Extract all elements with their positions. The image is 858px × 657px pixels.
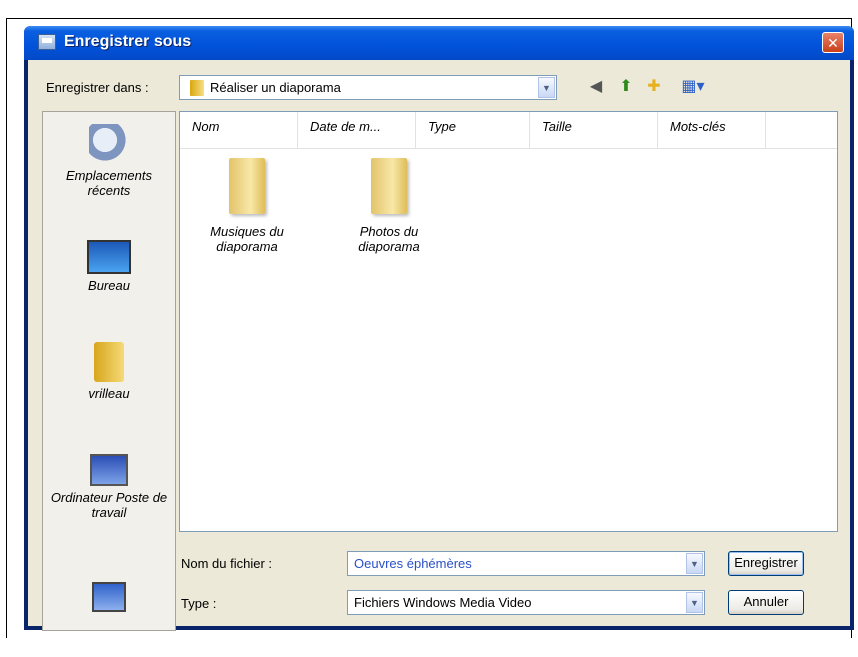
column-header-size[interactable]: Taille [530,112,658,148]
save-in-label: Enregistrer dans : [46,80,149,95]
save-as-dialog: Enregistrer sous ✕ Enregistrer dans : Ré… [24,26,854,631]
place-network[interactable] [43,582,175,616]
computer-icon [90,454,128,486]
view-menu-icon[interactable]: ▦▾ [675,75,711,99]
filename-label: Nom du fichier : [181,556,273,571]
new-folder-icon[interactable]: ✚ [642,75,666,99]
filename-dropdown-arrow[interactable]: ▼ [686,553,703,574]
up-folder-icon[interactable]: ⬆ [614,75,638,99]
place-user[interactable]: vrilleau [43,342,175,401]
cancel-button[interactable]: Annuler [728,590,804,615]
column-header-type[interactable]: Type [416,112,530,148]
save-button[interactable]: Enregistrer [728,551,804,576]
folder-item[interactable]: Photos du diaporama [334,158,444,254]
network-icon [92,582,126,612]
folder-icon [371,158,407,214]
filetype-select[interactable]: Fichiers Windows Media Video ▼ [347,590,705,615]
title-bar[interactable]: Enregistrer sous ✕ [24,26,854,60]
place-label: Ordinateur Poste de travail [50,490,168,520]
place-desktop[interactable]: Bureau [43,240,175,293]
back-icon[interactable]: ◀ [584,75,608,99]
filetype-label: Type : [181,596,217,611]
place-label: vrilleau [88,386,130,401]
desktop-icon [87,240,131,274]
folder-icon [190,80,204,96]
file-list[interactable]: Nom Date de m... Type Taille Mots-clés M… [179,111,838,532]
dialog-title: Enregistrer sous [64,33,192,50]
place-recent[interactable]: Emplacements récents [43,124,175,198]
user-folder-icon [94,342,124,382]
folder-label: Musiques du diaporama [210,224,284,254]
place-computer[interactable]: Ordinateur Poste de travail [43,454,175,520]
save-in-combo[interactable]: Réaliser un diaporama ▼ [179,75,557,100]
dialog-app-icon [38,34,56,50]
places-bar: Emplacements récents Bureau vrilleau Ord… [42,111,176,631]
folder-label: Photos du diaporama [358,224,420,254]
filetype-dropdown-arrow[interactable]: ▼ [686,592,703,613]
filename-value: Oeuvres éphémères [354,556,472,571]
place-label: Bureau [88,278,130,293]
place-label: Emplacements récents [66,168,152,198]
column-header-date[interactable]: Date de m... [298,112,416,148]
dialog-body: Enregistrer dans : Réaliser un diaporama… [28,60,850,631]
folder-icon [229,158,265,214]
save-in-value: Réaliser un diaporama [210,80,341,95]
column-header-keywords[interactable]: Mots-clés [658,112,766,148]
frame-left [6,18,7,638]
column-header-name[interactable]: Nom [180,112,298,148]
filetype-value: Fichiers Windows Media Video [354,595,532,610]
folder-item[interactable]: Musiques du diaporama [192,158,302,254]
frame-top [6,18,852,19]
recent-icon [89,124,129,164]
column-headers: Nom Date de m... Type Taille Mots-clés [180,112,837,149]
filename-input[interactable]: Oeuvres éphémères ▼ [347,551,705,576]
close-button[interactable]: ✕ [822,32,844,53]
save-in-dropdown-arrow[interactable]: ▼ [538,77,555,98]
